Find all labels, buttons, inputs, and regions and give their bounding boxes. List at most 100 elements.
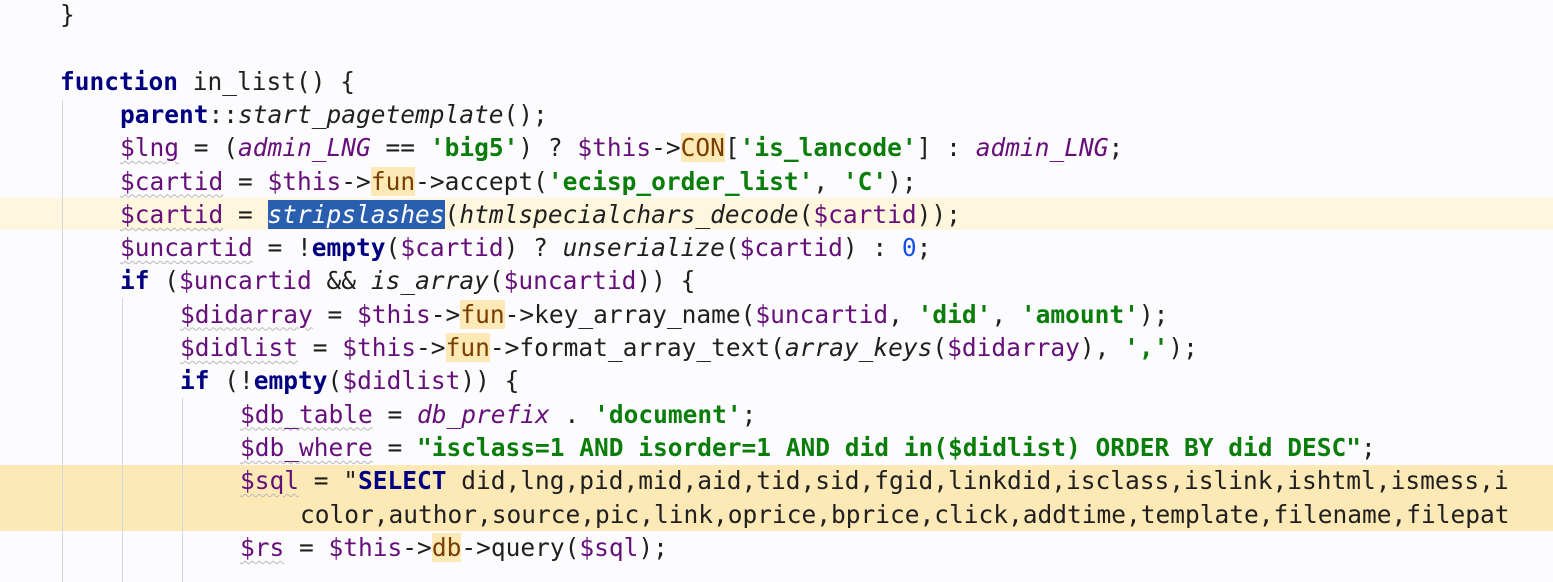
- code-token: ) :: [842, 233, 902, 263]
- code-token: (: [444, 199, 460, 229]
- code-token: ::: [208, 99, 239, 129]
- code-token: ;: [1361, 432, 1376, 462]
- line-uncartid[interactable]: $uncartid = !empty($cartid) ? unserializ…: [120, 231, 931, 264]
- code-token: (!: [209, 366, 254, 396]
- code-token: 'C': [842, 166, 888, 196]
- code-token: =: [223, 199, 268, 229]
- code-token: 'amount': [1020, 299, 1139, 329]
- code-token: )) {: [636, 266, 696, 296]
- line-lng[interactable]: $lng = (admin_LNG == 'big5') ? $this->CO…: [120, 131, 1123, 164]
- code-token: did,lng,pid,mid,aid,tid,sid,fgid,linkdid…: [446, 466, 1509, 496]
- code-token: CON: [680, 133, 725, 163]
- code-token: empty: [253, 366, 328, 396]
- code-token: $sql: [240, 466, 300, 496]
- code-token: =: [223, 166, 268, 196]
- code-token: (: [385, 233, 401, 263]
- code-token: $rs: [240, 532, 285, 562]
- code-token: }: [60, 0, 75, 29]
- line-didarray[interactable]: $didarray = $this->fun->key_array_name($…: [180, 298, 1168, 331]
- code-editor[interactable]: }function in_list() {parent::start_paget…: [0, 0, 1553, 582]
- code-token: admin_LNG: [975, 133, 1109, 163]
- code-token: function: [60, 66, 179, 96]
- code-token: [: [724, 133, 740, 163]
- code-token: start_pagetemplate: [238, 99, 504, 129]
- indent-guide: [182, 398, 183, 582]
- code-token: htmlspecialchars_decode: [459, 199, 799, 229]
- code-token: ==: [370, 133, 430, 163]
- code-token: (: [488, 266, 504, 296]
- code-token: 'big5': [429, 133, 519, 163]
- code-token: &&: [311, 266, 371, 296]
- code-token: $didarray: [180, 299, 313, 329]
- code-token: "isclass=1 AND isorder=1 AND did in($did…: [417, 432, 1362, 462]
- code-token: $cartid: [400, 233, 504, 263]
- code-token: in_list() {: [178, 66, 356, 96]
- code-token: $this: [267, 166, 342, 196]
- code-token: ;: [741, 399, 757, 429]
- code-token: =: [284, 532, 329, 562]
- line-rs-query[interactable]: $rs = $this->db->query($sql);: [240, 531, 668, 564]
- code-token: (: [932, 333, 948, 362]
- code-token: if: [180, 366, 210, 396]
- code-token: fun: [370, 166, 416, 196]
- code-token: $uncartid: [755, 299, 889, 329]
- code-token: ->: [416, 333, 446, 362]
- code-token: );: [638, 532, 668, 562]
- code-token: ;: [1108, 133, 1124, 163]
- code-token: .: [549, 399, 595, 429]
- code-token: =: [372, 432, 418, 462]
- indent-guide: [122, 298, 123, 582]
- line-cartid-stripslashes[interactable]: $cartid = stripslashes(htmlspecialchars_…: [120, 198, 961, 231]
- code-token: $sql: [579, 532, 639, 562]
- code-token: =: [298, 333, 343, 362]
- line-closing-brace[interactable]: }: [60, 0, 75, 31]
- line-cartid-accept[interactable]: $cartid = $this->fun->accept('ecisp_orde…: [120, 165, 917, 198]
- code-token: =: [372, 399, 418, 429]
- code-token: 0: [901, 233, 917, 263]
- code-token: ->: [341, 166, 371, 196]
- code-token: ,: [888, 299, 918, 329]
- line-sql[interactable]: $sql = "SELECT did,lng,pid,mid,aid,tid,s…: [240, 464, 1509, 497]
- line-db-table[interactable]: $db_table = db_prefix . 'document';: [240, 398, 756, 431]
- indent-guide: [62, 100, 63, 582]
- code-token: fun: [460, 299, 505, 329]
- code-token: ) ?: [518, 133, 578, 163]
- code-token: ->format_array_text(: [489, 333, 785, 362]
- code-token: $lng: [120, 133, 180, 163]
- code-token: ',': [1124, 333, 1169, 362]
- code-token: is_array: [370, 266, 489, 296]
- code-token: admin_LNG: [238, 133, 371, 163]
- code-token: );: [1138, 299, 1169, 329]
- line-parent-call[interactable]: parent::start_pagetemplate();: [120, 98, 548, 131]
- code-token: unserialize: [562, 233, 725, 263]
- code-token: $this: [342, 333, 417, 362]
- line-didlist[interactable]: $didlist = $this->fun->format_array_text…: [180, 331, 1198, 364]
- line-if-didlist[interactable]: if (!empty($didlist)) {: [180, 364, 519, 397]
- code-token: (: [327, 366, 343, 396]
- code-token: ),: [1079, 333, 1125, 362]
- code-token: ();: [503, 99, 548, 129]
- code-token: ->: [651, 133, 681, 163]
- line-if-uncartid[interactable]: if ($uncartid && is_array($uncartid)) {: [120, 264, 695, 297]
- code-token: $uncartid: [503, 266, 637, 296]
- code-token: ] :: [916, 133, 976, 163]
- code-token: 'did': [917, 299, 992, 329]
- code-token: ->query(: [461, 532, 580, 562]
- code-token: $uncartid: [120, 233, 253, 263]
- code-token: SELECT: [358, 466, 447, 496]
- code-token: ));: [916, 199, 961, 229]
- code-token: array_keys: [784, 333, 933, 362]
- code-token: (: [724, 233, 740, 263]
- code-token: ->accept(: [415, 166, 548, 196]
- line-db-where[interactable]: $db_where = "isclass=1 AND isorder=1 AND…: [240, 431, 1376, 464]
- code-token: $this: [577, 133, 652, 163]
- code-token: = ": [299, 466, 359, 496]
- line-sql-continued[interactable]: color,author,source,pic,link,oprice,bpri…: [300, 498, 1510, 531]
- code-token: );: [887, 166, 917, 196]
- code-token: $cartid: [120, 199, 224, 229]
- code-token: $this: [357, 299, 431, 329]
- code-token: parent: [120, 99, 209, 129]
- line-function-decl[interactable]: function in_list() {: [60, 65, 355, 98]
- code-token: =: [312, 299, 358, 329]
- code-token: 'document': [594, 399, 742, 429]
